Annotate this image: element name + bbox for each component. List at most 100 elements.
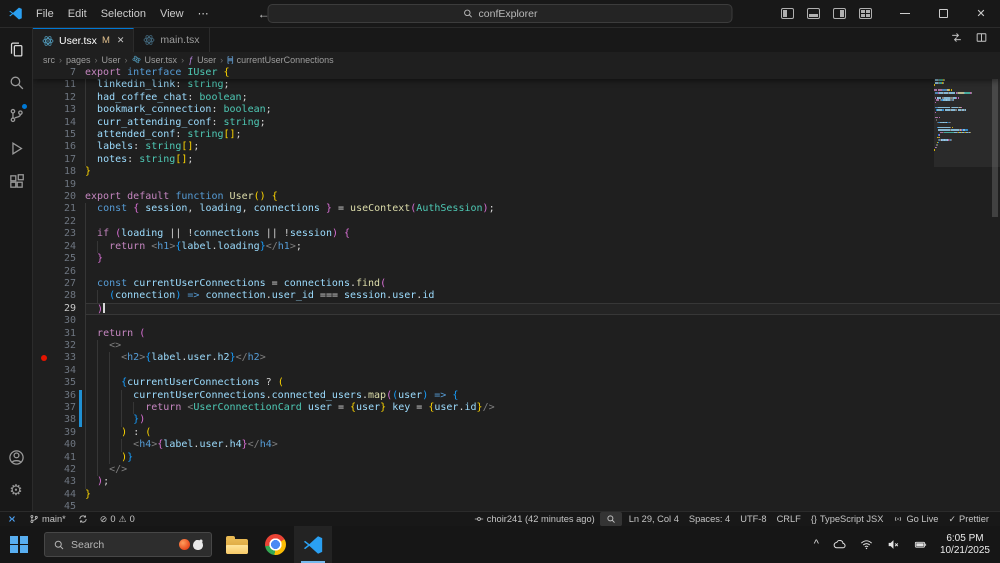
- glyph-margin[interactable]: [33, 129, 49, 141]
- tab-user-tsx[interactable]: User.tsx M ✕: [33, 28, 135, 52]
- line-number[interactable]: 20: [49, 191, 76, 203]
- line-number[interactable]: 19: [49, 179, 76, 191]
- breadcrumb-user-file[interactable]: User.tsx: [145, 55, 178, 65]
- glyph-margin[interactable]: [33, 228, 49, 240]
- code-line-21[interactable]: 21 const { session, loading, connections…: [33, 203, 1000, 216]
- code-line-40[interactable]: 40 <h4>{label.user.h4}</h4>: [33, 439, 1000, 452]
- toggle-secondary-sidebar-icon[interactable]: [833, 8, 846, 19]
- glyph-margin[interactable]: [33, 290, 49, 302]
- go-live-item[interactable]: Go Live: [888, 512, 943, 526]
- git-branch-item[interactable]: main*: [24, 512, 71, 526]
- glyph-margin[interactable]: [33, 402, 49, 414]
- line-number[interactable]: 37: [49, 402, 76, 414]
- problems-item[interactable]: ⊘ 0 ⚠ 0: [95, 512, 140, 526]
- code-line-41[interactable]: 41 )}: [33, 451, 1000, 464]
- code-line-14[interactable]: 14 curr_attending_conf: string;: [33, 116, 1000, 130]
- code-line-27[interactable]: 27 const currentUserConnections = connec…: [33, 277, 1000, 291]
- code-line-43[interactable]: 43 );: [33, 476, 1000, 489]
- indentation-item[interactable]: Spaces: 4: [684, 512, 735, 526]
- glyph-margin[interactable]: [33, 179, 49, 191]
- line-number[interactable]: 35: [49, 377, 76, 389]
- tab-close-icon[interactable]: ✕: [117, 35, 125, 46]
- glyph-margin[interactable]: [33, 203, 49, 215]
- glyph-margin[interactable]: [33, 141, 49, 153]
- minimap[interactable]: [934, 67, 1000, 167]
- code-line-34[interactable]: 34: [33, 364, 1000, 378]
- glyph-margin[interactable]: [33, 352, 49, 364]
- sticky-scroll[interactable]: 7 export interface IUser {: [33, 67, 1000, 80]
- tray-chevron-icon[interactable]: ^: [807, 525, 826, 562]
- search-sidebar-icon[interactable]: [0, 66, 33, 99]
- menu-selection[interactable]: Selection: [94, 5, 153, 23]
- line-number[interactable]: 27: [49, 278, 76, 290]
- code-line-23[interactable]: 23 if (loading || !connections || !sessi…: [33, 228, 1000, 241]
- glyph-margin[interactable]: [33, 377, 49, 389]
- code-line-24[interactable]: 24 return <h1>{label.loading}</h1>;: [33, 240, 1000, 254]
- line-number[interactable]: 22: [49, 216, 76, 228]
- glyph-margin[interactable]: [33, 427, 49, 439]
- close-button[interactable]: ✕: [962, 0, 1000, 28]
- scrollbar-thumb[interactable]: [992, 67, 998, 217]
- code-line-12[interactable]: 12 had_coffee_chat: boolean;: [33, 91, 1000, 105]
- start-button[interactable]: [0, 526, 38, 563]
- line-number[interactable]: 28: [49, 290, 76, 302]
- code-line-38[interactable]: 38 }): [33, 414, 1000, 427]
- code-line-30[interactable]: 30: [33, 315, 1000, 328]
- line-number[interactable]: 21: [49, 203, 76, 215]
- line-number[interactable]: 30: [49, 315, 76, 327]
- glyph-margin[interactable]: [33, 501, 49, 511]
- vertical-scrollbar[interactable]: [990, 67, 1000, 511]
- code-line-11[interactable]: 11 linkedin_link: string;: [33, 79, 1000, 92]
- status-search-icon[interactable]: [599, 512, 622, 526]
- code-line-15[interactable]: 15 attended_conf: string[];: [33, 129, 1000, 142]
- line-number[interactable]: 17: [49, 154, 76, 166]
- settings-gear-icon[interactable]: ⚙: [0, 474, 33, 507]
- line-number[interactable]: 33: [49, 352, 76, 364]
- line-number[interactable]: 14: [49, 117, 76, 129]
- line-number[interactable]: 29: [49, 303, 76, 315]
- line-number[interactable]: 18: [49, 166, 76, 178]
- glyph-margin[interactable]: [33, 216, 49, 228]
- line-number[interactable]: 32: [49, 340, 76, 352]
- code-line-39[interactable]: 39 ) : (: [33, 426, 1000, 440]
- line-number[interactable]: 44: [49, 489, 76, 501]
- glyph-margin[interactable]: [33, 328, 49, 340]
- code-line-44[interactable]: 44}: [33, 489, 1000, 501]
- glyph-margin[interactable]: [33, 476, 49, 488]
- maximize-button[interactable]: [924, 0, 962, 28]
- code-line-26[interactable]: 26: [33, 265, 1000, 278]
- line-number[interactable]: 41: [49, 452, 76, 464]
- code-line-18[interactable]: 18}: [33, 166, 1000, 178]
- source-control-icon[interactable]: [0, 99, 33, 132]
- code-line-13[interactable]: 13 bookmark_connection: boolean;: [33, 104, 1000, 117]
- glyph-margin[interactable]: [33, 104, 49, 116]
- breadcrumb-user-folder[interactable]: User: [102, 55, 121, 65]
- code-editor[interactable]: 7 export interface IUser { 11 linkedin_li…: [33, 67, 1000, 511]
- taskbar-search-box[interactable]: Search: [44, 532, 212, 557]
- glyph-margin[interactable]: [33, 340, 49, 352]
- glyph-margin[interactable]: [33, 67, 49, 79]
- open-changes-icon[interactable]: [950, 31, 963, 49]
- breadcrumb-src[interactable]: src: [43, 55, 55, 65]
- code-line-36[interactable]: 36 currentUserConnections.connected_user…: [33, 389, 1000, 402]
- breadcrumb-pages[interactable]: pages: [66, 55, 91, 65]
- minimize-button[interactable]: [886, 0, 924, 28]
- onedrive-cloud-icon[interactable]: [826, 526, 853, 563]
- wifi-icon[interactable]: [853, 526, 880, 563]
- line-number[interactable]: 11: [49, 79, 76, 91]
- remote-indicator-icon[interactable]: [0, 512, 22, 526]
- glyph-margin[interactable]: [33, 489, 49, 501]
- line-number[interactable]: 13: [49, 104, 76, 116]
- glyph-margin[interactable]: [33, 315, 49, 327]
- vscode-taskbar-icon[interactable]: [294, 526, 332, 563]
- commit-info-item[interactable]: choir241 (42 minutes ago): [469, 512, 600, 526]
- glyph-margin[interactable]: [33, 414, 49, 426]
- line-number[interactable]: 31: [49, 328, 76, 340]
- glyph-margin[interactable]: [33, 79, 49, 91]
- glyph-margin[interactable]: [33, 166, 49, 178]
- volume-muted-icon[interactable]: [880, 526, 907, 563]
- code-line-25[interactable]: 25 }: [33, 253, 1000, 266]
- sync-icon[interactable]: [73, 512, 93, 526]
- glyph-margin[interactable]: [33, 439, 49, 451]
- glyph-margin[interactable]: [33, 464, 49, 476]
